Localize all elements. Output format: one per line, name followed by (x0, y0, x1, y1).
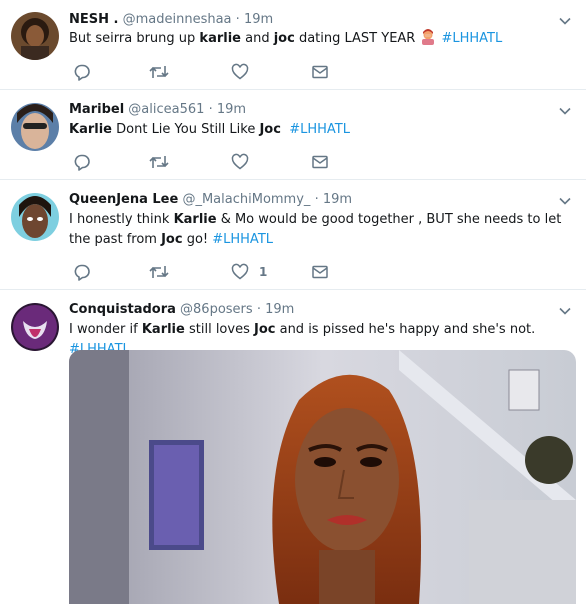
tweet-header: NESH . @madeinneshaa · 19m (69, 11, 273, 29)
retweet-button[interactable] (149, 262, 169, 282)
tweet-header: QueenJena Lee @_MalachiMommy_ · 19m (69, 191, 352, 209)
tweet-header: Maribel @alicea561 · 19m (69, 101, 246, 119)
display-name[interactable]: Maribel (69, 102, 124, 117)
person-facepalming-emoji (420, 29, 436, 52)
tweet-actions (69, 152, 369, 172)
display-name[interactable]: NESH . (69, 12, 118, 27)
tweet-actions (69, 62, 369, 82)
like-button[interactable] (231, 62, 259, 82)
heart-icon (231, 153, 249, 170)
user-handle[interactable]: @86posers (180, 302, 253, 317)
retweet-icon (149, 156, 169, 168)
envelope-icon (312, 265, 328, 279)
reply-button[interactable] (73, 152, 91, 172)
chevron-down-icon[interactable] (558, 304, 572, 318)
separator: · (235, 12, 240, 27)
user-handle[interactable]: @madeinneshaa (123, 12, 232, 27)
reply-icon (74, 264, 90, 281)
tweet-text: But seirra brung up karlie and joc datin… (69, 29, 574, 52)
reply-button[interactable] (73, 262, 91, 282)
envelope-icon (312, 155, 328, 169)
retweet-icon (149, 266, 169, 278)
tweet[interactable]: Maribel @alicea561 · 19m Karlie Dont Lie… (0, 90, 586, 180)
dm-button[interactable] (311, 262, 329, 282)
heart-icon (231, 63, 249, 80)
display-name[interactable]: Conquistadora (69, 302, 176, 317)
tweet-media-image[interactable] (69, 350, 576, 604)
heart-icon (231, 263, 249, 280)
hashtag-link[interactable]: #LHHATL (212, 232, 273, 247)
timestamp[interactable]: 19m (217, 102, 246, 117)
dm-button[interactable] (311, 152, 329, 172)
reply-icon (74, 154, 90, 171)
display-name[interactable]: QueenJena Lee (69, 192, 178, 207)
separator: · (208, 102, 213, 117)
avatar[interactable] (11, 12, 59, 60)
separator: · (314, 192, 319, 207)
separator: · (256, 302, 261, 317)
timestamp[interactable]: 19m (265, 302, 294, 317)
chevron-down-icon[interactable] (558, 14, 572, 28)
retweet-button[interactable] (149, 62, 169, 82)
hashtag-link[interactable]: #LHHATL (441, 31, 502, 46)
tweet[interactable]: QueenJena Lee @_MalachiMommy_ · 19m I ho… (0, 180, 586, 290)
tweet-header: Conquistadora @86posers · 19m (69, 301, 294, 319)
envelope-icon (312, 65, 328, 79)
user-handle[interactable]: @_MalachiMommy_ (182, 192, 310, 207)
tweet[interactable]: NESH . @madeinneshaa · 19m But seirra br… (0, 0, 586, 90)
chevron-down-icon[interactable] (558, 104, 572, 118)
like-count: 1 (259, 265, 268, 279)
retweet-button[interactable] (149, 152, 169, 172)
timestamp[interactable]: 19m (244, 12, 273, 27)
tweet-text: I honestly think Karlie & Mo would be go… (69, 212, 562, 247)
user-handle[interactable]: @alicea561 (128, 102, 204, 117)
timestamp[interactable]: 19m (323, 192, 352, 207)
avatar[interactable] (11, 303, 59, 351)
hashtag-link[interactable]: #LHHATL (289, 122, 350, 137)
retweet-icon (149, 66, 169, 78)
avatar[interactable] (11, 103, 59, 151)
reply-icon (74, 64, 90, 81)
dm-button[interactable] (311, 62, 329, 82)
tweet-actions: 1 (69, 262, 369, 282)
reply-button[interactable] (73, 62, 91, 82)
like-button[interactable]: 1 (231, 262, 267, 282)
chevron-down-icon[interactable] (558, 194, 572, 208)
like-button[interactable] (231, 152, 259, 172)
tweet-text: Karlie Dont Lie You Still Like Joc #LHHA… (69, 122, 350, 137)
avatar[interactable] (11, 193, 59, 241)
